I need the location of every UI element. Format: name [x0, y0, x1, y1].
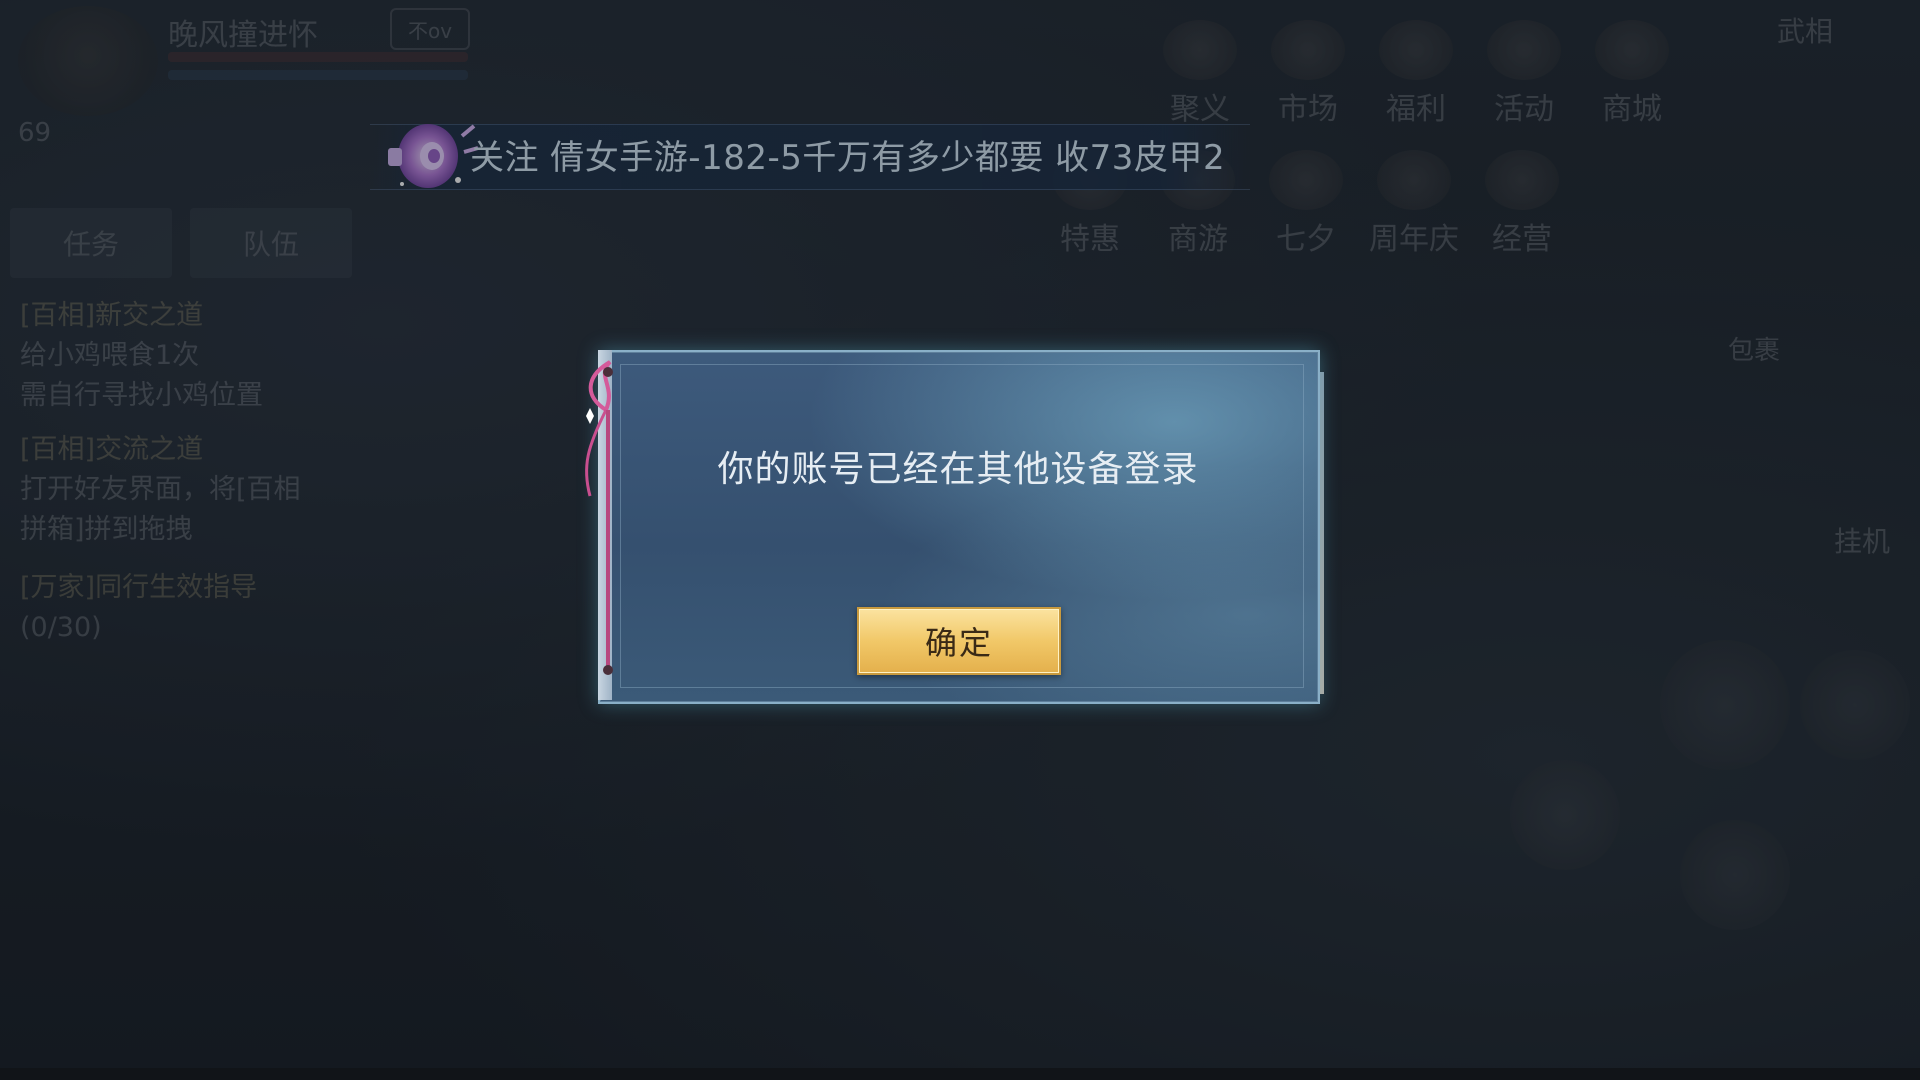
game-screen: 69 晚风撞进怀 不ov 任务 队伍 [百相]新交之道 给小鸡喂食1次 需自行寻…	[0, 0, 1920, 1080]
confirm-button[interactable]: 确定	[857, 607, 1061, 675]
dialog-message: 你的账号已经在其他设备登录	[717, 449, 1199, 490]
bottom-band	[0, 1068, 1920, 1080]
ribbon-decoration-icon	[585, 360, 613, 675]
